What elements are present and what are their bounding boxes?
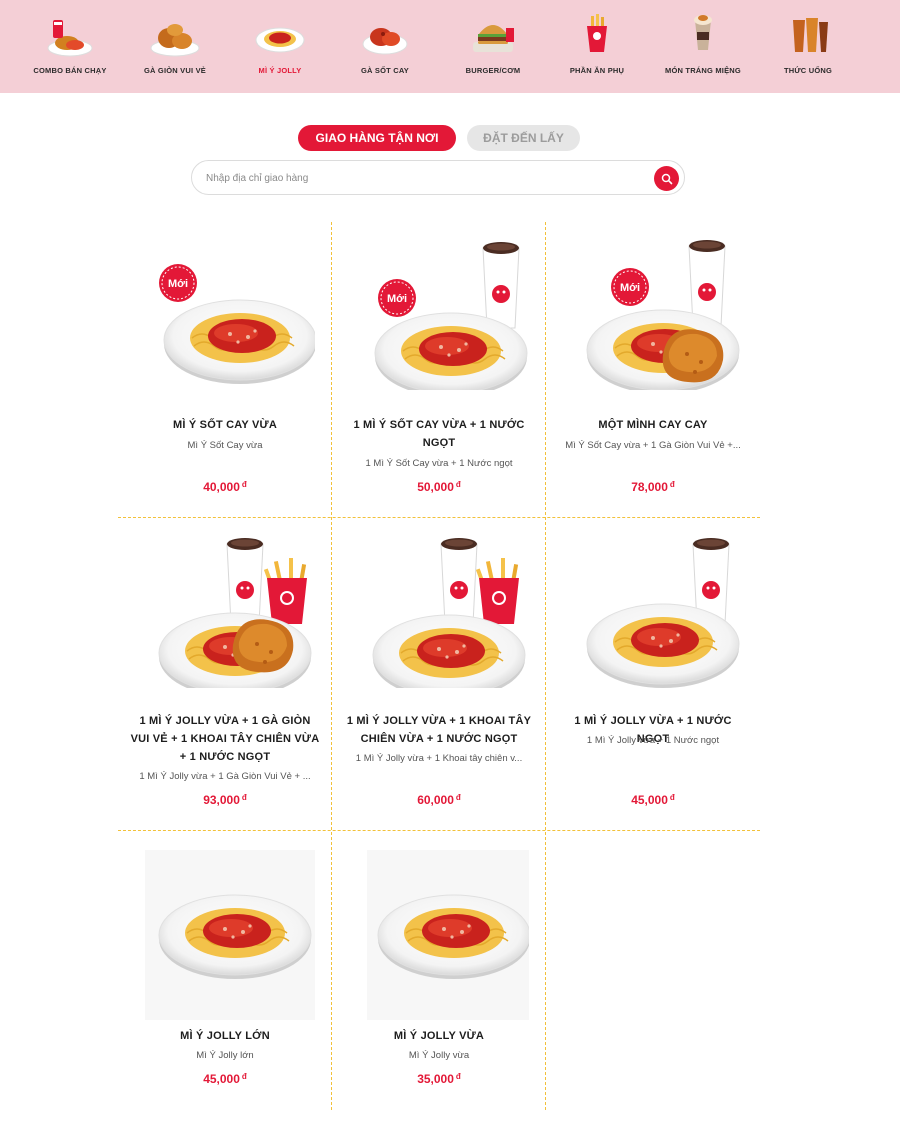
category-label: MÓN TRÁNG MIỆNG [665,66,741,75]
product-name: 1 MÌ Ý JOLLY VỪA + 1 GÀ GIÒN VUI VẺ + 1 … [130,715,320,763]
price-value: 93,000 [203,793,240,807]
new-badge: Mới [158,263,198,303]
combo-meal-icon [47,20,93,57]
currency-symbol: đ [241,480,247,489]
search-button[interactable] [654,166,679,191]
product-price: 40,000 đ [118,480,332,494]
product-description: Mì Ý Jolly lớn [196,1050,254,1061]
fries-icon [587,14,607,52]
category-spaghetti[interactable]: MÌ Ý JOLLY [225,12,335,82]
product-image [158,538,312,688]
category-sides[interactable]: PHẦN ĂN PHỤ [542,12,652,82]
price-value: 60,000 [417,793,454,807]
currency-symbol: đ [455,480,461,489]
tab-delivery[interactable]: GIAO HÀNG TẬN NƠI [298,125,456,151]
address-input[interactable] [206,170,636,186]
svg-text:Mới: Mới [387,293,407,305]
product-image: Mới [374,241,528,390]
product-price: 78,000 đ [546,480,760,494]
currency-symbol: đ [669,480,675,489]
product-card[interactable]: MÌ Ý JOLLY VỪA Mì Ý Jolly vừa 35,000 đ [332,850,546,1100]
price-value: 50,000 [417,480,454,494]
currency-symbol: đ [455,793,461,802]
new-badge: Mới [610,267,650,307]
currency-symbol: đ [241,793,247,802]
product-name: MÌ Ý JOLLY VỪA [393,1030,485,1042]
product-image: Mới [158,263,315,385]
category-label: GÀ SỐT CAY [361,66,409,75]
product-price: 45,000 đ [118,1072,332,1086]
category-label: BURGER/CƠM [465,66,521,75]
category-label: PHẦN ĂN PHỤ [569,66,625,75]
product-image [586,538,740,688]
category-fried-chicken[interactable]: GÀ GIÒN VUI VẺ [120,12,230,82]
grid-divider [118,517,760,518]
product-name: MÌ Ý JOLLY LỚN [180,1030,270,1042]
category-spicy-chicken[interactable]: GÀ SỐT CAY [330,12,440,82]
product-name: MÌ Ý SỐT CAY VỪA [172,419,277,431]
product-image [367,850,529,1020]
address-search-box [191,160,685,195]
tab-pickup[interactable]: ĐẶT ĐẾN LẤY [467,125,580,151]
dessert-icon [694,15,712,50]
price-value: 78,000 [631,480,668,494]
price-value: 40,000 [203,480,240,494]
product-image: Mới [586,240,740,390]
product-description: Mì Ý Sốt Cay vừa [187,440,263,451]
product-card[interactable]: 1 MÌ Ý JOLLY VỪA + 1 NƯỚC NGỌT 1 Mì Ý Jo… [546,538,760,818]
new-badge: Mới [377,278,417,318]
product-card[interactable]: 1 MÌ Ý JOLLY VỪA + 1 GÀ GIÒN VUI VẺ + 1 … [118,538,332,818]
svg-text:Mới: Mới [168,278,188,290]
drinks-icon [793,18,828,52]
category-label: MÌ Ý JOLLY [258,66,302,75]
product-name: 1 MÌ Ý JOLLY VỪA + 1 KHOAI TÂY CHIÊN VỪA… [346,715,532,745]
product-image [372,538,526,688]
category-bar: COMBO BÁN CHẠY GÀ GIÒN VUI VẺ MÌ Ý JOLLY… [0,0,900,93]
product-image [145,850,315,1020]
category-dessert[interactable]: MÓN TRÁNG MIỆNG [648,12,758,82]
svg-text:Mới: Mới [620,282,640,294]
product-description: 1 Mì Ý Jolly vừa + 1 Gà Giòn Vui Vẻ + ..… [139,771,311,782]
burger-icon [473,25,514,52]
product-price: 50,000 đ [332,480,546,494]
spicy-chicken-icon [362,28,408,55]
product-description: Mì Ý Jolly vừa [408,1050,470,1061]
product-card[interactable]: 1 MÌ Ý JOLLY VỪA + 1 KHOAI TÂY CHIÊN VỪA… [332,538,546,818]
price-value: 35,000 [417,1072,454,1086]
product-price: 60,000 đ [332,793,546,807]
price-value: 45,000 [203,1072,240,1086]
category-label: THỨC UỐNG [783,66,833,75]
product-description: 1 Mì Ý Jolly vừa + 1 Khoai tây chiên v..… [355,753,523,764]
product-price: 35,000 đ [332,1072,546,1086]
product-card[interactable]: Mới 1 MÌ Ý SỐT CAY VỪA + 1 NƯỚC NGỌT 1 M… [332,240,546,510]
product-price: 45,000 đ [546,793,760,807]
grid-divider [118,830,760,831]
product-name: MỘT MÌNH CAY CAY [598,419,708,431]
product-description: 1 Mì Ý Sốt Cay vừa + 1 Nước ngọt [365,458,513,469]
price-value: 45,000 [631,793,668,807]
product-price: 93,000 đ [118,793,332,807]
product-description: 1 Mì Ý Jolly vừa + 1 Nước ngọt [586,735,720,746]
currency-symbol: đ [241,1072,247,1081]
currency-symbol: đ [669,793,675,802]
product-name: 1 MÌ Ý SỐT CAY VỪA + 1 NƯỚC NGỌT [353,419,525,449]
product-card[interactable]: MÌ Ý JOLLY LỚN Mì Ý Jolly lớn 45,000 đ [118,850,332,1100]
category-combo[interactable]: COMBO BÁN CHẠY [15,12,125,82]
product-card[interactable]: Mới MỘT MÌNH CAY CAY Mì Ý Sốt Cay vừa + … [546,240,760,510]
currency-symbol: đ [455,1072,461,1081]
spaghetti-icon [255,27,305,53]
category-drinks[interactable]: THỨC UỐNG [753,12,863,82]
search-icon [661,173,672,184]
category-label: GÀ GIÒN VUI VẺ [144,66,206,75]
category-burger-rice[interactable]: BURGER/CƠM [438,12,548,82]
product-description: Mì Ý Sốt Cay vừa + 1 Gà Giòn Vui Vẻ +... [565,440,741,451]
category-label: COMBO BÁN CHẠY [33,66,107,75]
fried-chicken-icon [150,24,200,57]
product-card[interactable]: Mới MÌ Ý SỐT CAY VỪA Mì Ý Sốt Cay vừa 40… [118,240,332,510]
